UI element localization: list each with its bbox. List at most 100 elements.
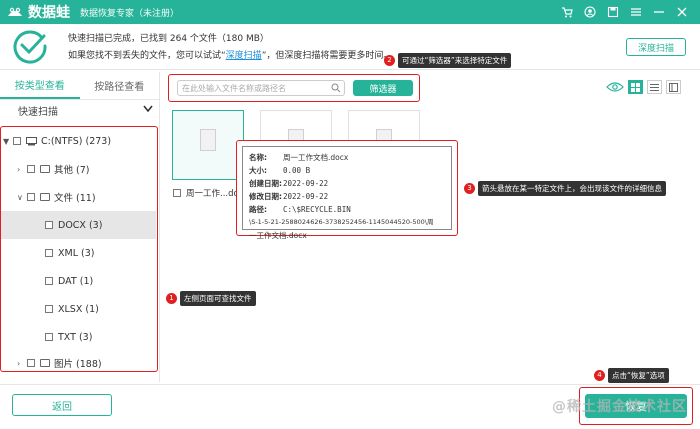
caret-right-icon[interactable]: › [17,359,27,368]
tree-item-xml[interactable]: XML (3) [1,239,156,267]
watermark: @稀土掘金技术社区 [552,399,687,415]
checkbox[interactable] [45,333,53,341]
tab-by-path[interactable]: 按路径查看 [80,72,160,99]
callout-text: 可通过“筛选器”来选择特定文件 [398,52,512,68]
callout-number: 2 [384,54,395,66]
list-view-icon[interactable] [647,80,662,94]
checkbox[interactable] [27,193,35,201]
callout-number: 4 [594,369,605,381]
tree-item-label: 文件 (11) [54,193,96,204]
minimize-icon[interactable] [653,6,665,18]
quick-scan-label: 快速扫描 [18,106,58,118]
checkbox[interactable] [45,277,53,285]
title-bar: 数据蛙 数据恢复专家（未注册） [0,0,700,24]
menu-icon[interactable] [630,6,642,18]
app-subtitle: 数据恢复专家（未注册） [80,8,180,19]
file-details-tooltip-annotation: 名称: 周一工作文档.docx 大小: 0.00 B 创建日期:2022-09-22… [236,140,458,240]
callout-number: 3 [464,182,475,194]
tree-item-other[interactable]: › 其他 (7) [17,155,172,183]
callout-number: 1 [166,292,177,304]
name-value: 周一工作文档.docx [283,153,349,162]
close-icon[interactable] [676,6,688,18]
caret-right-icon[interactable]: › [17,165,27,174]
cart-icon[interactable] [561,6,573,18]
tree-item-label: 图片 (188) [54,359,102,370]
view-mode-switcher [606,80,681,94]
preview-eye-icon[interactable] [606,81,624,93]
created-label: 创建日期: [249,179,282,188]
search-placeholder: 在此处输入文件名称或路径名 [182,83,286,93]
checkbox[interactable] [45,249,53,257]
tree-item-drive-c[interactable]: ▼ C:(NTFS) (273) [3,127,158,155]
tree-item-label: XLSX (1) [58,303,99,315]
hint-prefix: 如果您找不到丢失的文件，您可以试试“ [68,51,226,61]
scan-status-bar: 快速扫描已完成，已找到 264 个文件（180 MB） 如果您找不到丢失的文件，… [0,24,700,70]
grid-view-icon[interactable] [628,80,643,94]
tab-by-type[interactable]: 按类型查看 [0,72,80,99]
callout-4: 4 点击“恢复”选项 [594,367,669,383]
tree-item-label: XML (3) [58,247,95,259]
tree-item-label: 其他 (7) [54,165,90,176]
search-input[interactable]: 在此处输入文件名称或路径名 [177,80,345,96]
logo: 数据蛙 数据恢复专家（未注册） [6,2,179,22]
path-value: C:\$RECYCLE.BIN [283,205,351,214]
callout-text: 点击“恢复”选项 [608,367,669,383]
tree-item-txt[interactable]: TXT (3) [1,323,156,351]
callout-text: 箭头悬放在某一特定文件上，会出现该文件的详细信息 [478,180,666,196]
checkbox[interactable] [45,221,53,229]
callout-3: 3 箭头悬放在某一特定文件上，会出现该文件的详细信息 [464,180,666,196]
drive-icon [26,136,37,145]
tree-item-documents[interactable]: ∨ 文件 (11) [17,183,172,211]
deep-scan-button[interactable]: 深度扫描 [626,38,686,56]
scan-result-text: 快速扫描已完成，已找到 264 个文件（180 MB） [68,34,269,44]
tree-item-docx[interactable]: DOCX (3) [1,211,156,239]
tree-item-dat[interactable]: DAT (1) [1,267,156,295]
tree-item-label: C:(NTFS) (273) [41,135,112,147]
scan-complete-check-icon [13,30,47,64]
name-label: 名称: [249,153,267,162]
size-value: 0.00 B [283,166,311,175]
user-icon[interactable] [584,6,596,18]
checkbox[interactable] [173,189,181,197]
left-panel: 按类型查看 按路径查看 快速扫描 ▼ C:(NTFS) (273) › 其他 (… [0,72,160,382]
checkbox[interactable] [45,305,53,313]
detail-view-icon[interactable] [666,80,681,94]
search-icon[interactable] [331,83,341,93]
file-thumbnail[interactable] [172,110,244,180]
filter-button[interactable]: 筛选器 [353,80,413,96]
save-icon[interactable] [607,6,619,18]
path-value-2: \S-1-5-21-2588024626-3738252456-11450445… [249,218,434,226]
modified-label: 修改日期: [249,192,282,201]
file-details-tooltip: 名称: 周一工作文档.docx 大小: 0.00 B 创建日期:2022-09-22… [242,146,452,240]
folder-icon [40,165,50,173]
callout-2: 2 可通过“筛选器”来选择特定文件 [384,52,512,68]
checkbox[interactable] [13,137,21,145]
document-icon [200,129,216,151]
deep-scan-hint: 如果您找不到丢失的文件，您可以试试“深度扫描”，但深度扫描将需要更多时间。 [68,48,392,61]
tree-item-label: TXT (3) [58,331,93,343]
search-filter-toolbar: 在此处输入文件名称或路径名 筛选器 [168,74,420,102]
checkbox[interactable] [27,165,35,173]
hint-suffix: ”，但深度扫描将需要更多时间。 [261,51,393,61]
document-icon [40,193,50,201]
created-value: 2022-09-22 [283,179,329,188]
caret-down-icon[interactable]: ▼ [3,137,13,146]
tree-item-label: DAT (1) [58,275,94,287]
quick-scan-header[interactable]: 快速扫描 [0,100,159,120]
callout-1: 1 左侧页面可查找文件 [166,290,256,306]
back-button[interactable]: 返回 [12,394,112,416]
tree-item-xlsx[interactable]: XLSX (1) [1,295,156,323]
tree-item-label: DOCX (3) [58,219,103,231]
tree-item-images[interactable]: › 图片 (188) [17,349,172,377]
frog-logo-icon [8,7,22,16]
file-type-tree: ▼ C:(NTFS) (273) › 其他 (7) ∨ 文件 (11) DOCX… [0,126,158,372]
app-name: 数据蛙 [28,5,70,21]
modified-value: 2022-09-22 [283,192,329,201]
size-label: 大小: [249,166,267,175]
deep-scan-link[interactable]: 深度扫描 [226,51,262,61]
checkbox[interactable] [27,359,35,367]
image-icon [40,359,50,367]
caret-down-icon[interactable]: ∨ [17,193,27,202]
chevron-down-icon[interactable] [143,105,153,113]
path-label: 路径: [249,205,267,214]
